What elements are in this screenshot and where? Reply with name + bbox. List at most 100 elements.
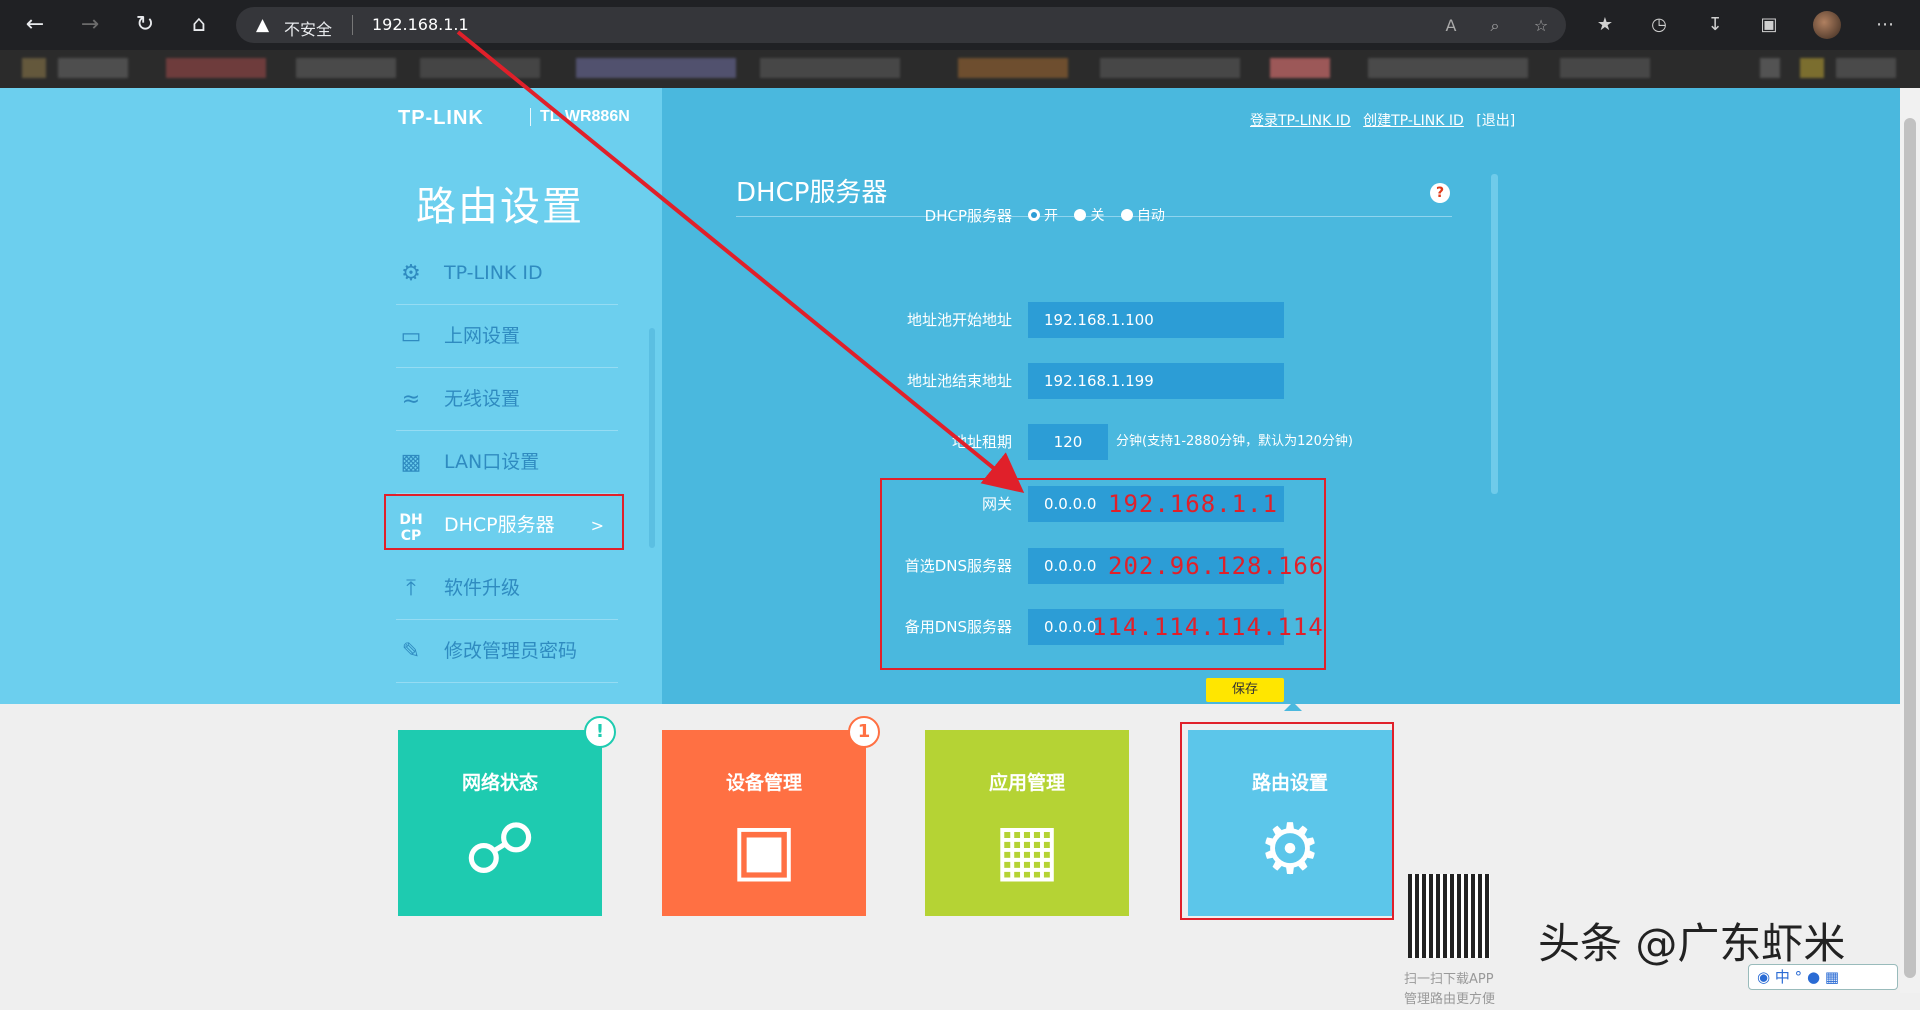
sidebar-item-label: 修改管理员密码: [444, 640, 577, 662]
bookmark-item[interactable]: [760, 58, 900, 78]
history-icon[interactable]: ◷: [1646, 12, 1672, 38]
sidebar-item-wireless[interactable]: ≈ 无线设置: [396, 368, 618, 431]
bookmark-item[interactable]: [22, 58, 46, 78]
bookmark-item[interactable]: [1560, 58, 1650, 78]
ime-toolbar[interactable]: ◉ 中 ° ● ▦: [1748, 964, 1898, 990]
downloads-icon[interactable]: ↧: [1702, 12, 1728, 38]
apps-icon: ▦: [925, 804, 1129, 894]
sidebar-item-label: 无线设置: [444, 388, 520, 410]
field-label: 地址池开始地址: [736, 302, 1012, 338]
qr-caption: 扫一扫下载APP 管理路由更方便: [1404, 970, 1508, 1010]
bookmarks-bar: [0, 50, 1920, 88]
grid-icon[interactable]: ▦: [1825, 968, 1839, 986]
collections-icon[interactable]: ▣: [1756, 12, 1782, 38]
highlight-box: [384, 494, 624, 550]
more-icon[interactable]: ⋯: [1872, 12, 1898, 38]
field-label: 地址池结束地址: [736, 363, 1012, 399]
laptop-wifi-icon: ▣: [662, 804, 866, 894]
bookmark-item[interactable]: [296, 58, 396, 78]
create-id-link[interactable]: 创建TP-LINK ID: [1363, 113, 1464, 129]
refresh-icon[interactable]: ↻: [130, 10, 160, 40]
tile-app-management[interactable]: 应用管理 ▦: [925, 730, 1129, 916]
bookmark-item[interactable]: [58, 58, 128, 78]
bookmark-item[interactable]: [958, 58, 1068, 78]
bookmark-item[interactable]: [166, 58, 266, 78]
sidebar-item-tplink-id[interactable]: ⚙ TP-LINK ID: [396, 242, 618, 305]
browser-toolbar: ← → ↻ ⌂ ▲ 不安全 192.168.1.1 A ⌕ ☆ ★ ◷ ↧ ▣ …: [0, 0, 1920, 50]
tile-device-management[interactable]: 1 设备管理 ▣: [662, 730, 866, 916]
count-badge: 1: [848, 716, 880, 748]
mic-icon[interactable]: ●: [1807, 968, 1820, 986]
dhcp-toggle-row: DHCP服务器 开 关 自动: [736, 198, 1436, 234]
radio-button[interactable]: [1074, 209, 1086, 221]
wifi-icon: ≈: [396, 368, 426, 431]
login-link[interactable]: 登录TP-LINK ID: [1250, 113, 1351, 129]
address-bar[interactable]: ▲ 不安全 192.168.1.1 A ⌕ ☆: [236, 7, 1566, 43]
highlight-box: [1180, 722, 1394, 920]
forward-icon[interactable]: →: [75, 10, 105, 40]
bookmark-item[interactable]: [1100, 58, 1240, 78]
sidebar-item-label: 上网设置: [444, 325, 520, 347]
radio-button[interactable]: [1121, 209, 1133, 221]
lan-port-icon: ▩: [396, 431, 426, 494]
radio-off[interactable]: 关: [1074, 208, 1104, 224]
brand-logo: TP-LINK: [398, 107, 484, 130]
lease-input[interactable]: 120: [1028, 424, 1108, 460]
avatar[interactable]: [1813, 11, 1841, 39]
radio-auto[interactable]: 自动: [1121, 208, 1165, 224]
security-label[interactable]: 不安全: [284, 16, 332, 40]
sidebar-item-lan[interactable]: ▩ LAN口设置: [396, 431, 618, 494]
laptop-icon: ▭: [396, 305, 426, 368]
pool-end-input[interactable]: 192.168.1.199: [1028, 363, 1284, 399]
qr-code: [1408, 874, 1490, 958]
bookmark-item[interactable]: [576, 58, 736, 78]
add-favorite-icon[interactable]: ☆: [1530, 15, 1552, 37]
url-text[interactable]: 192.168.1.1: [372, 15, 469, 34]
divider: [352, 15, 353, 35]
bookmark-item[interactable]: [1760, 58, 1780, 78]
globe-icon: ☍: [398, 804, 602, 894]
bookmark-item[interactable]: [420, 58, 540, 78]
account-links: 登录TP-LINK ID 创建TP-LINK ID [退出]: [1250, 110, 1515, 130]
pool-start-input[interactable]: 192.168.1.100: [1028, 302, 1284, 338]
tile-label: 网络状态: [398, 768, 602, 795]
content-scrollbar[interactable]: [1491, 174, 1498, 494]
logout-link[interactable]: [退出]: [1476, 113, 1515, 129]
warning-icon: ▲: [256, 15, 276, 35]
tile-network-status[interactable]: ! 网络状态 ☍: [398, 730, 602, 916]
bookmark-item[interactable]: [1270, 58, 1330, 78]
scrollbar-thumb[interactable]: [1904, 118, 1916, 978]
read-aloud-icon[interactable]: A: [1440, 15, 1462, 37]
sidebar-item-label: 软件升级: [444, 577, 520, 599]
watermark: 头条 @广东虾米: [1538, 910, 1845, 971]
tile-label: 应用管理: [925, 768, 1129, 795]
bookmark-item[interactable]: [1836, 58, 1896, 78]
dhcp-radio-group: 开 关 自动: [1028, 198, 1177, 234]
sidebar-title: 路由设置: [416, 174, 584, 232]
qr-caption-line: 管理路由更方便: [1404, 990, 1508, 1010]
punctuation-icon[interactable]: °: [1795, 968, 1803, 986]
radio-label: 开: [1044, 208, 1058, 224]
pool-start-row: 地址池开始地址 192.168.1.100: [736, 302, 1436, 338]
bookmark-item[interactable]: [1368, 58, 1528, 78]
page-scrollbar[interactable]: [1900, 88, 1920, 993]
radio-button[interactable]: [1028, 209, 1040, 221]
bookmark-item[interactable]: [1800, 58, 1824, 78]
sidebar-item-label: TP-LINK ID: [444, 262, 543, 284]
home-icon[interactable]: ⌂: [184, 10, 214, 40]
gear-icon: ⚙: [396, 242, 426, 305]
favorites-icon[interactable]: ★: [1592, 12, 1618, 38]
field-label: 地址租期: [736, 424, 1012, 460]
ifly-icon[interactable]: ◉: [1757, 968, 1770, 986]
sidebar-item-password[interactable]: ✎ 修改管理员密码: [396, 620, 618, 683]
upload-icon: ⤒: [396, 557, 426, 620]
zoom-icon[interactable]: ⌕: [1484, 15, 1506, 37]
back-icon[interactable]: ←: [20, 10, 50, 40]
radio-on[interactable]: 开: [1028, 208, 1058, 224]
save-button[interactable]: 保存: [1206, 678, 1284, 702]
sidebar-item-upgrade[interactable]: ⤒ 软件升级: [396, 557, 618, 620]
ime-language[interactable]: 中: [1775, 968, 1790, 986]
sidebar-item-internet[interactable]: ▭ 上网设置: [396, 305, 618, 368]
sidebar-item-label: LAN口设置: [444, 451, 539, 473]
sidebar-scrollbar[interactable]: [649, 328, 655, 548]
